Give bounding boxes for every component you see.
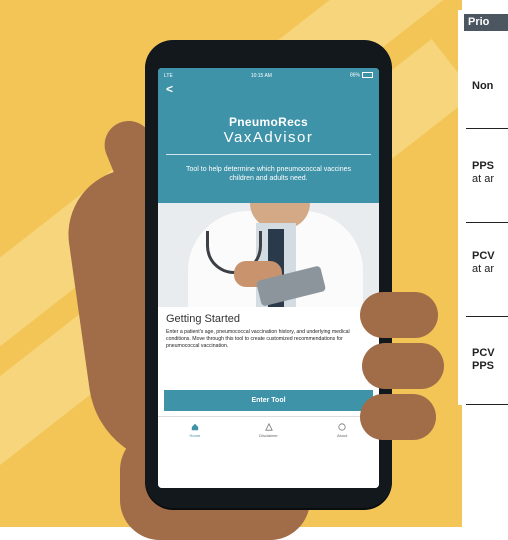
side-row-subtitle: at ar	[472, 263, 495, 275]
bottom-tab-bar: Home Disclaimer About	[158, 416, 379, 443]
side-row: Non	[472, 80, 508, 93]
tab-home-label: Home	[189, 432, 201, 438]
info-icon	[338, 422, 346, 431]
app-brand-subtitle: VaxAdvisor	[223, 129, 314, 146]
tab-home[interactable]: Home	[158, 417, 232, 443]
row-divider	[466, 404, 508, 405]
doctor-photo	[158, 203, 379, 307]
side-row: PCV at ar	[472, 250, 508, 276]
side-row-title: PCV	[472, 250, 495, 262]
tab-about-label: About	[336, 432, 348, 438]
app-tagline: Tool to help determine which pneumococca…	[186, 166, 351, 182]
row-divider	[466, 222, 508, 223]
side-row: PPS at ar	[472, 160, 508, 186]
warning-icon	[264, 422, 273, 431]
battery-icon	[362, 72, 373, 79]
back-button[interactable]: <	[166, 82, 173, 96]
status-bar: LTE 10:15 AM 86%	[164, 71, 373, 80]
side-row-subtitle: PPS	[472, 360, 495, 372]
hand-finger	[362, 343, 444, 389]
side-row-title: PCV	[472, 347, 495, 359]
enter-tool-button[interactable]: Enter Tool	[164, 390, 373, 411]
hand-finger	[360, 394, 436, 440]
getting-started-section: Getting Started Enter a patient's age, p…	[158, 307, 379, 488]
side-panel-header: Prio	[464, 14, 508, 31]
phone-screen: LTE 10:15 AM 86% < PneumoRecs VaxAdvisor…	[158, 68, 379, 488]
carrier-label: LTE	[164, 72, 173, 79]
row-divider	[466, 128, 508, 129]
battery-percent: 86%	[349, 72, 360, 79]
side-row: PCV PPS	[472, 347, 508, 373]
tab-disclaimer-label: Disclaimer	[259, 432, 278, 438]
header-divider	[166, 154, 371, 155]
hand-finger	[360, 292, 438, 338]
getting-started-body: Enter a patient's age, pneumococcal vacc…	[166, 329, 350, 350]
row-divider	[466, 316, 508, 317]
phone-device: LTE 10:15 AM 86% < PneumoRecs VaxAdvisor…	[145, 40, 392, 508]
side-row-title: Non	[472, 80, 494, 92]
battery-indicator: 86%	[349, 72, 373, 79]
side-panel: Prio Non PPS at ar PCV at ar PCV PPS	[458, 10, 508, 405]
getting-started-title: Getting Started	[166, 313, 240, 325]
home-icon	[191, 423, 199, 430]
side-row-subtitle: at ar	[472, 173, 495, 185]
app-brand-title: PneumoRecs	[228, 115, 309, 129]
side-row-title: PPS	[472, 160, 495, 172]
tab-disclaimer[interactable]: Disclaimer	[232, 417, 306, 443]
clock: 10:15 AM	[250, 72, 272, 79]
app-header: LTE 10:15 AM 86% < PneumoRecs VaxAdvisor…	[158, 68, 379, 203]
